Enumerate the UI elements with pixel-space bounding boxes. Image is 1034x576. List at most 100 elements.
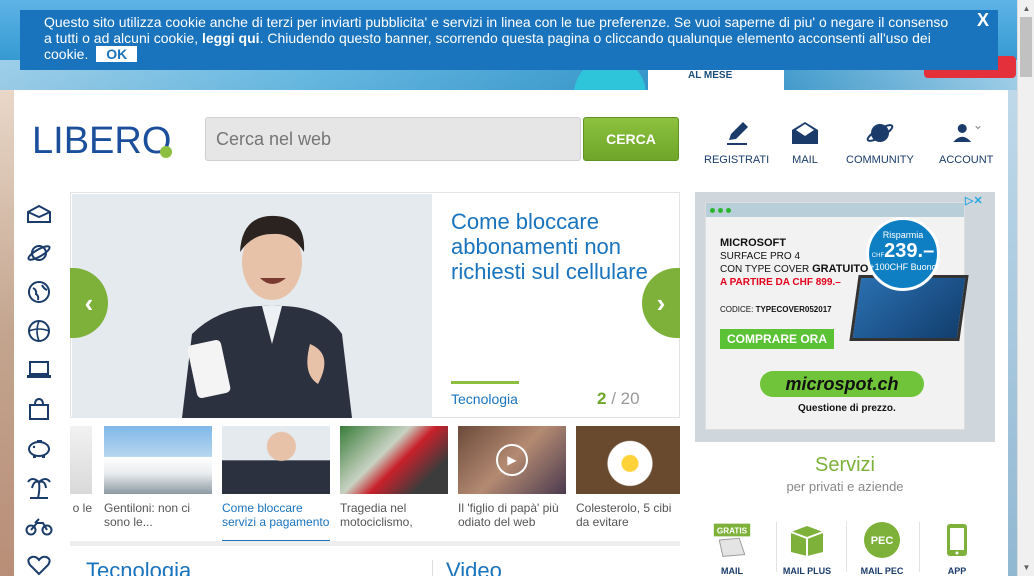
servizi-title: Servizi (814, 454, 875, 476)
cookie-banner: Questo sito utilizza cookie anche di ter… (20, 10, 998, 70)
thumbnail-item-active[interactable]: Come bloccare servizi a pagamento (222, 426, 330, 529)
rail-ball-icon[interactable] (24, 311, 54, 350)
nav-account[interactable]: ACCOUNT (939, 118, 993, 166)
rail-palm-icon[interactable] (24, 467, 54, 506)
rail-laptop-icon[interactable] (24, 350, 54, 389)
hero-title[interactable]: Come bloccare abbonamenti non richiesti … (451, 209, 651, 284)
ad-bubble-bottom: +100CHF Buono (869, 262, 937, 272)
ad-tagline: Questione di prezzo. (798, 403, 896, 414)
hero-carousel[interactable]: Come bloccare abbonamenti non richiesti … (70, 192, 680, 418)
planet-icon (865, 118, 895, 148)
ad-code-value: TYPECOVER052017 (755, 305, 832, 314)
thumbnail-caption: o le (72, 501, 92, 515)
microspot-logo: microspot.ch (760, 371, 924, 397)
service-app-label: APP (947, 566, 967, 576)
pencil-icon (722, 118, 752, 148)
nav-registrati-label: REGISTRATI (704, 154, 770, 166)
ad-choices-icon[interactable]: ▷✕ (965, 194, 983, 207)
thumbnail-item[interactable]: Colesterolo, 5 cibi da evitare (576, 426, 680, 529)
chevron-left-icon: ‹ (84, 287, 94, 318)
pec-badge-icon: PEC (862, 520, 902, 560)
service-mail-plus[interactable]: MAIL PLUS (776, 520, 838, 576)
thumbnail-image (340, 426, 448, 494)
ad-brand-line3a: CON TYPE COVER (720, 264, 813, 275)
ad-window-bar (706, 203, 964, 217)
service-mail-label: MAIL (721, 566, 743, 576)
thumbnail-caption: Tragedia nel motociclismo, (340, 501, 413, 529)
search-box (205, 117, 581, 161)
background-ad-badge-text: AL MESE (688, 70, 733, 81)
thumbnail-caption: Il 'figlio di papà' più odiato del web (458, 501, 559, 529)
nav-community[interactable]: COMMUNITY (846, 118, 914, 166)
thumbnail-image: ▶ (458, 426, 566, 494)
libero-logo[interactable]: LIBERO (32, 120, 171, 163)
rail-piggy-icon[interactable] (24, 428, 54, 467)
ad-brand-line2: SURFACE PRO 4 (720, 251, 801, 262)
thumbnail-caption: Come bloccare servizi a pagamento (222, 501, 330, 529)
search-input[interactable] (206, 118, 580, 160)
scroll-thumb[interactable] (1020, 17, 1032, 77)
ad-bubble-chf: CHF (871, 253, 885, 259)
rail-globe-icon[interactable] (24, 272, 54, 311)
smartphone-icon (937, 520, 977, 560)
ad-bubble-amount: 239.– (884, 240, 935, 262)
vertical-scrollbar[interactable]: ▲ ▼ (1017, 0, 1034, 576)
nav-community-label: COMMUNITY (846, 154, 914, 166)
logo-dot (160, 146, 172, 158)
nav-mail-label: MAIL (792, 154, 818, 166)
section-heading-video[interactable]: Video (446, 558, 502, 576)
rail-heart-icon[interactable] (24, 545, 54, 576)
nav-mail[interactable]: MAIL (790, 118, 820, 166)
service-separator (846, 522, 847, 572)
thumbnail-item[interactable]: ▶ Il 'figlio di papà' più odiato del web (458, 426, 566, 529)
thumbnail-caption: Colesterolo, 5 cibi da evitare (576, 501, 672, 529)
scroll-down-arrow-icon[interactable]: ▼ (1018, 559, 1034, 576)
package-icon (787, 520, 827, 560)
ad-price: A PARTIRE DA CHF 899.– (720, 277, 841, 288)
ad-savings-bubble: Risparmia CHF239.– +100CHF Buono (866, 217, 940, 291)
ad-brand-line1: MICROSOFT (720, 237, 786, 249)
cookie-read-more-link[interactable]: leggi qui (202, 30, 260, 46)
thumbnail-strip-border (70, 541, 680, 546)
cookie-ok-button[interactable]: OK (96, 46, 138, 62)
ad-window: MICROSOFT SURFACE PRO 4 CON TYPE COVER G… (705, 202, 969, 430)
scroll-up-arrow-icon[interactable]: ▲ (1018, 0, 1034, 17)
service-mail-plus-label: MAIL PLUS (782, 566, 832, 576)
svg-text:PEC: PEC (871, 535, 894, 547)
hero-category-underline (451, 381, 519, 384)
nav-account-label: ACCOUNT (939, 154, 994, 166)
thumbnail-item[interactable]: o le (70, 426, 92, 515)
hero-counter: 2 / 20 (597, 389, 640, 409)
ad-code: CODICE: TYPECOVER052017 (720, 305, 832, 314)
thumbnail-strip: o le Gentiloni: non ci sono le... Come b… (70, 426, 680, 546)
svg-text:GRATIS: GRATIS (717, 527, 748, 536)
search-button[interactable]: CERCA (583, 117, 679, 161)
hero-category[interactable]: Tecnologia (451, 391, 518, 407)
thumbnail-image (104, 426, 212, 494)
hero-image[interactable] (72, 194, 432, 418)
service-separator (919, 522, 920, 572)
ad-product-text: MICROSOFT SURFACE PRO 4 CON TYPE COVER G… (720, 237, 869, 289)
thumbnail-item[interactable]: Tragedia nel motociclismo, (340, 426, 448, 529)
thumbnail-image (70, 426, 92, 494)
section-heading-tecnologia[interactable]: Tecnologia (86, 558, 191, 576)
cookie-close-button[interactable]: X (977, 11, 989, 29)
service-mail[interactable]: GRATIS MAIL (701, 520, 763, 576)
mail-gratis-icon: GRATIS (712, 520, 752, 560)
advertisement-microspot[interactable]: MICROSOFT SURFACE PRO 4 CON TYPE COVER G… (695, 192, 995, 442)
thumbnail-image (222, 426, 330, 494)
thumbnail-item[interactable]: Gentiloni: non ci sono le... (104, 426, 212, 529)
rail-motorbike-icon[interactable] (24, 506, 54, 545)
service-mail-pec[interactable]: PEC MAIL PEC (851, 520, 913, 576)
category-rail (24, 194, 54, 576)
service-app[interactable]: APP (926, 520, 988, 576)
play-icon: ▶ (496, 444, 528, 476)
rail-planet-icon[interactable] (24, 233, 54, 272)
section-divider (432, 560, 433, 576)
ad-brand-line3b: GRATUITO (812, 263, 869, 275)
thumbnail-image (576, 426, 680, 494)
rail-mail-icon[interactable] (24, 194, 54, 233)
nav-registrati[interactable]: REGISTRATI (704, 118, 769, 166)
rail-bag-icon[interactable] (24, 389, 54, 428)
ad-buy-button[interactable]: COMPRARE ORA (720, 329, 834, 349)
